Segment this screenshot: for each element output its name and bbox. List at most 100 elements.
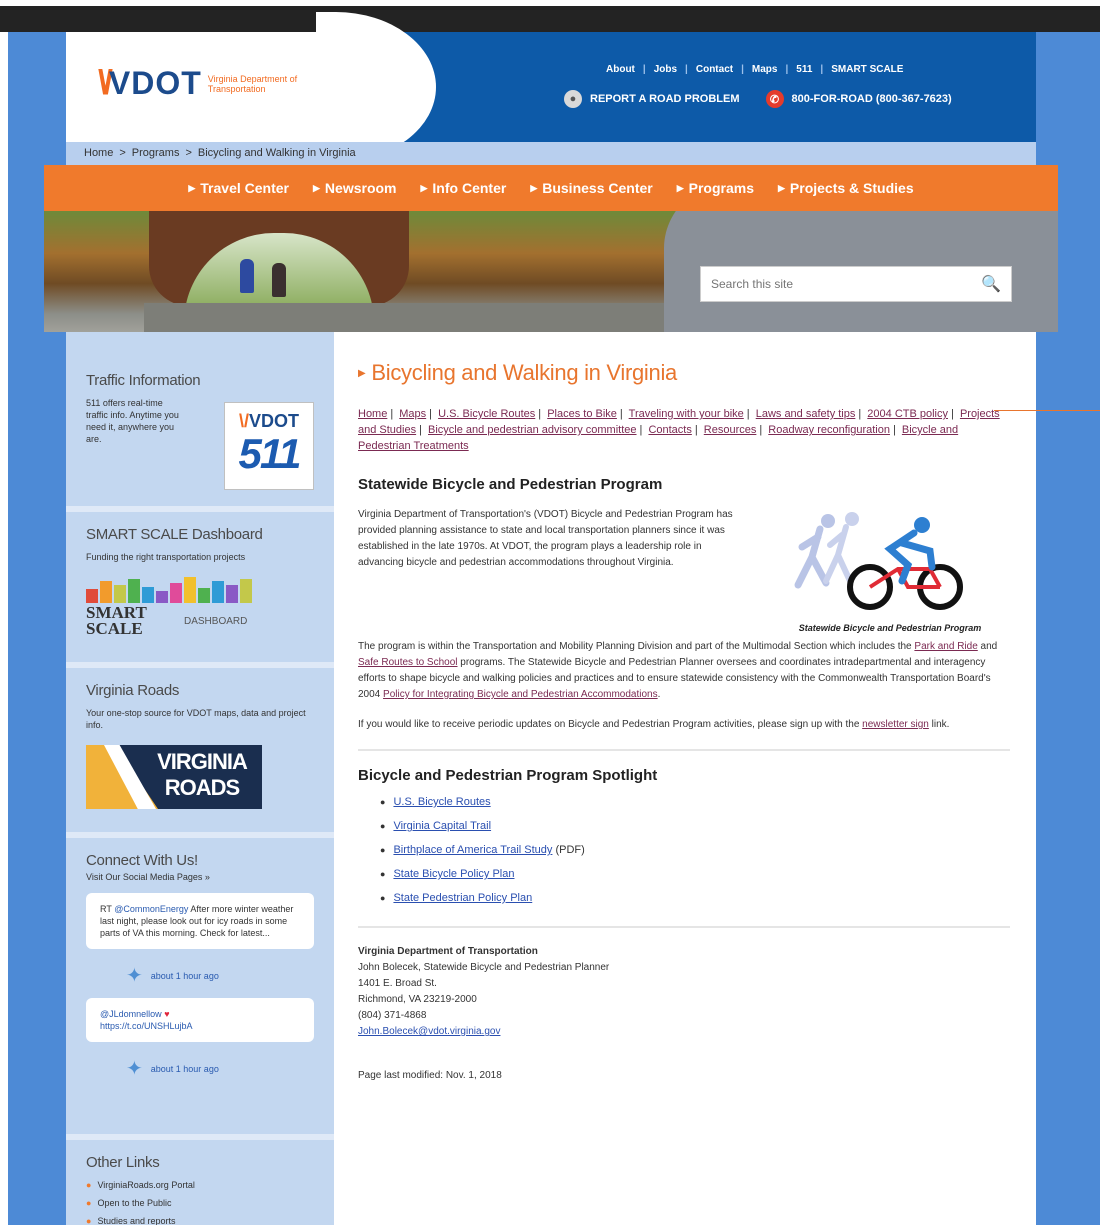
site-header: \/ VDOT Virginia Department of Transport… (66, 12, 1036, 162)
logo-wordmark: VDOT (108, 65, 202, 101)
contact-block: Virginia Department of Transportation Jo… (358, 944, 1010, 1040)
breadcrumb-home[interactable]: Home (84, 147, 113, 161)
logo-text: VDOT (249, 411, 300, 431)
nav-label: Programs (688, 180, 754, 196)
list-item: ● U.S. Bicycle Routes (380, 790, 1010, 814)
section-link[interactable]: 2004 CTB policy (867, 408, 948, 420)
bullet-icon: ● (380, 845, 386, 855)
section-link[interactable]: Home (358, 408, 387, 420)
traffic-info-block: Traffic Information 511 offers real-time… (66, 332, 334, 512)
nav-projects-studies[interactable]: ▶ Projects & Studies (778, 180, 914, 196)
tweet-timestamp[interactable]: about 1 hour ago (151, 1064, 219, 1074)
section-link[interactable]: U.S. Bicycle Routes (438, 408, 535, 420)
utility-link-smart-scale[interactable]: SMART SCALE (831, 64, 903, 75)
logo-caption: Statewide Bicycle and Pedestrian Program (798, 623, 982, 633)
tweet-handle-link[interactable]: @CommonEnergy (114, 904, 188, 914)
other-link-item[interactable]: ● Studies and reports (86, 1215, 314, 1225)
other-link-item[interactable]: ● Open to the Public (86, 1197, 314, 1209)
search-icon[interactable]: 🔍 (981, 274, 1001, 294)
section-link[interactable]: Resources (704, 424, 757, 436)
tweet-url-link[interactable]: https://t.co/UNSHLujbA (100, 1021, 193, 1031)
spotlight-link[interactable]: Virginia Capital Trail (393, 820, 491, 832)
section-link[interactable]: Places to Bike (547, 408, 617, 420)
browser-top-bar (0, 0, 1100, 32)
user-icon: ● (564, 90, 582, 108)
smart-scale-bars[interactable] (86, 577, 314, 603)
other-link-label: Studies and reports (97, 1216, 176, 1225)
logo-v-mark: \/ (98, 64, 113, 102)
smart-title: SMART SCALE Dashboard (86, 526, 263, 543)
spotlight-link[interactable]: U.S. Bicycle Routes (393, 796, 490, 808)
section-link[interactable]: Roadway reconfiguration (768, 424, 890, 436)
twitter-bird-icon: ✦ (126, 965, 143, 987)
park-and-ride-link[interactable]: Park and Ride (914, 641, 977, 652)
list-item: ● Virginia Capital Trail (380, 814, 1010, 838)
annotation-callout-line (994, 410, 1100, 411)
virginia-roads-logo[interactable]: VIRGINIA ROADS (86, 745, 262, 809)
utility-link-maps[interactable]: Maps (752, 64, 778, 75)
nav-info-center[interactable]: ▶ Info Center (421, 180, 507, 196)
report-road-problem-link[interactable]: REPORT A ROAD PROBLEM (590, 93, 740, 105)
nav-travel-center[interactable]: ▶ Travel Center (188, 180, 289, 196)
page-title: ▶ Bicycling and Walking in Virginia (358, 360, 1010, 386)
phone-icon: ✆ (765, 90, 784, 108)
other-link-item[interactable]: ● VirginiaRoads.org Portal (86, 1179, 314, 1191)
safe-routes-link[interactable]: Safe Routes to School (358, 657, 458, 668)
nav-bullet-icon: ▶ (188, 182, 196, 193)
nav-business-center[interactable]: ▶ Business Center (530, 180, 652, 196)
section-link[interactable]: Bicycle and pedestrian advisory committe… (428, 424, 636, 436)
hero-banner: 🔍 (44, 211, 1058, 332)
spotlight-list: ● U.S. Bicycle Routes ● Virginia Capital T… (380, 790, 1010, 910)
main-content: ▶ Bicycling and Walking in Virginia Home… (334, 332, 1036, 1225)
cyclist-image (272, 263, 286, 297)
section-link[interactable]: Traveling with your bike (629, 408, 744, 420)
social-media-link[interactable]: Visit Our Social Media Pages » (86, 871, 314, 883)
nav-label: Business Center (542, 180, 653, 196)
nav-bullet-icon: ▶ (420, 182, 428, 193)
phone-number-link[interactable]: 800-FOR-ROAD (800-367-7623) (792, 93, 952, 105)
section-link[interactable]: Laws and safety tips (756, 408, 856, 420)
nav-bullet-icon: ▶ (676, 182, 684, 193)
smart-scale-logo[interactable]: SMART SCALE DASHBOARD (86, 604, 314, 637)
nav-label: Projects & Studies (789, 180, 914, 196)
tweet-timestamp[interactable]: about 1 hour ago (151, 971, 219, 981)
spotlight-link[interactable]: Birthplace of America Trail Study (393, 844, 552, 856)
tweet-card: RT @CommonEnergy After more winter weath… (86, 893, 314, 949)
nav-programs[interactable]: ▶ Programs (677, 180, 754, 196)
nav-newsroom[interactable]: ▶ Newsroom (313, 180, 397, 196)
tweet-handle-link[interactable]: @JLdomnellow (100, 1009, 162, 1019)
contact-phone: (804) 371-4868 (358, 1010, 427, 1021)
policy-link[interactable]: Policy for Integrating Bicycle and Pedes… (383, 689, 658, 700)
nav-label: Travel Center (200, 180, 289, 196)
breadcrumb-programs[interactable]: Programs (132, 147, 180, 161)
section-link[interactable]: Contacts (648, 424, 691, 436)
vdot-logo[interactable]: \/ VDOT Virginia Department of Transport… (98, 64, 318, 103)
bullet-icon: ● (380, 797, 386, 807)
bike-ped-program-logo: Statewide Bicycle and Pedestrian Program (770, 507, 1010, 637)
program-heading: Statewide Bicycle and Pedestrian Program (358, 476, 663, 493)
section-link[interactable]: Maps (399, 408, 426, 420)
header-actions: ● REPORT A ROAD PROBLEM ✆ 800-FOR-ROAD (… (564, 90, 952, 108)
utility-link-contact[interactable]: Contact (696, 64, 733, 75)
utility-link-about[interactable]: About (606, 64, 635, 75)
spotlight-link[interactable]: State Bicycle Policy Plan (393, 868, 514, 880)
newsletter-link[interactable]: newsletter sign (862, 719, 929, 730)
program-paragraph: If you would like to receive periodic up… (358, 719, 950, 730)
utility-link-511[interactable]: 511 (796, 64, 812, 75)
vdot-511-logo[interactable]: \/VDOT 511 (224, 402, 314, 490)
bullet-icon: ● (380, 893, 386, 903)
connect-title: Connect With Us! (86, 852, 198, 869)
traffic-title: Traffic Information (86, 372, 201, 389)
search-input[interactable] (711, 277, 982, 291)
utility-link-jobs[interactable]: Jobs (654, 64, 677, 75)
contact-email-link[interactable]: John.Bolecek@vdot.virginia.gov (358, 1026, 500, 1037)
other-link-label: VirginiaRoads.org Portal (97, 1180, 195, 1190)
breadcrumb-current: Bicycling and Walking in Virginia (197, 147, 356, 159)
tweet-card: @JLdomnellow ♥ https://t.co/UNSHLujbA (86, 998, 314, 1042)
road-image (144, 303, 704, 332)
divider (358, 749, 1010, 751)
heart-icon: ♥ (164, 1009, 170, 1019)
spotlight-link[interactable]: State Pedestrian Policy Plan (393, 892, 532, 904)
list-item: ● State Bicycle Policy Plan (380, 862, 1010, 886)
roads-title: Virginia Roads (86, 682, 180, 699)
